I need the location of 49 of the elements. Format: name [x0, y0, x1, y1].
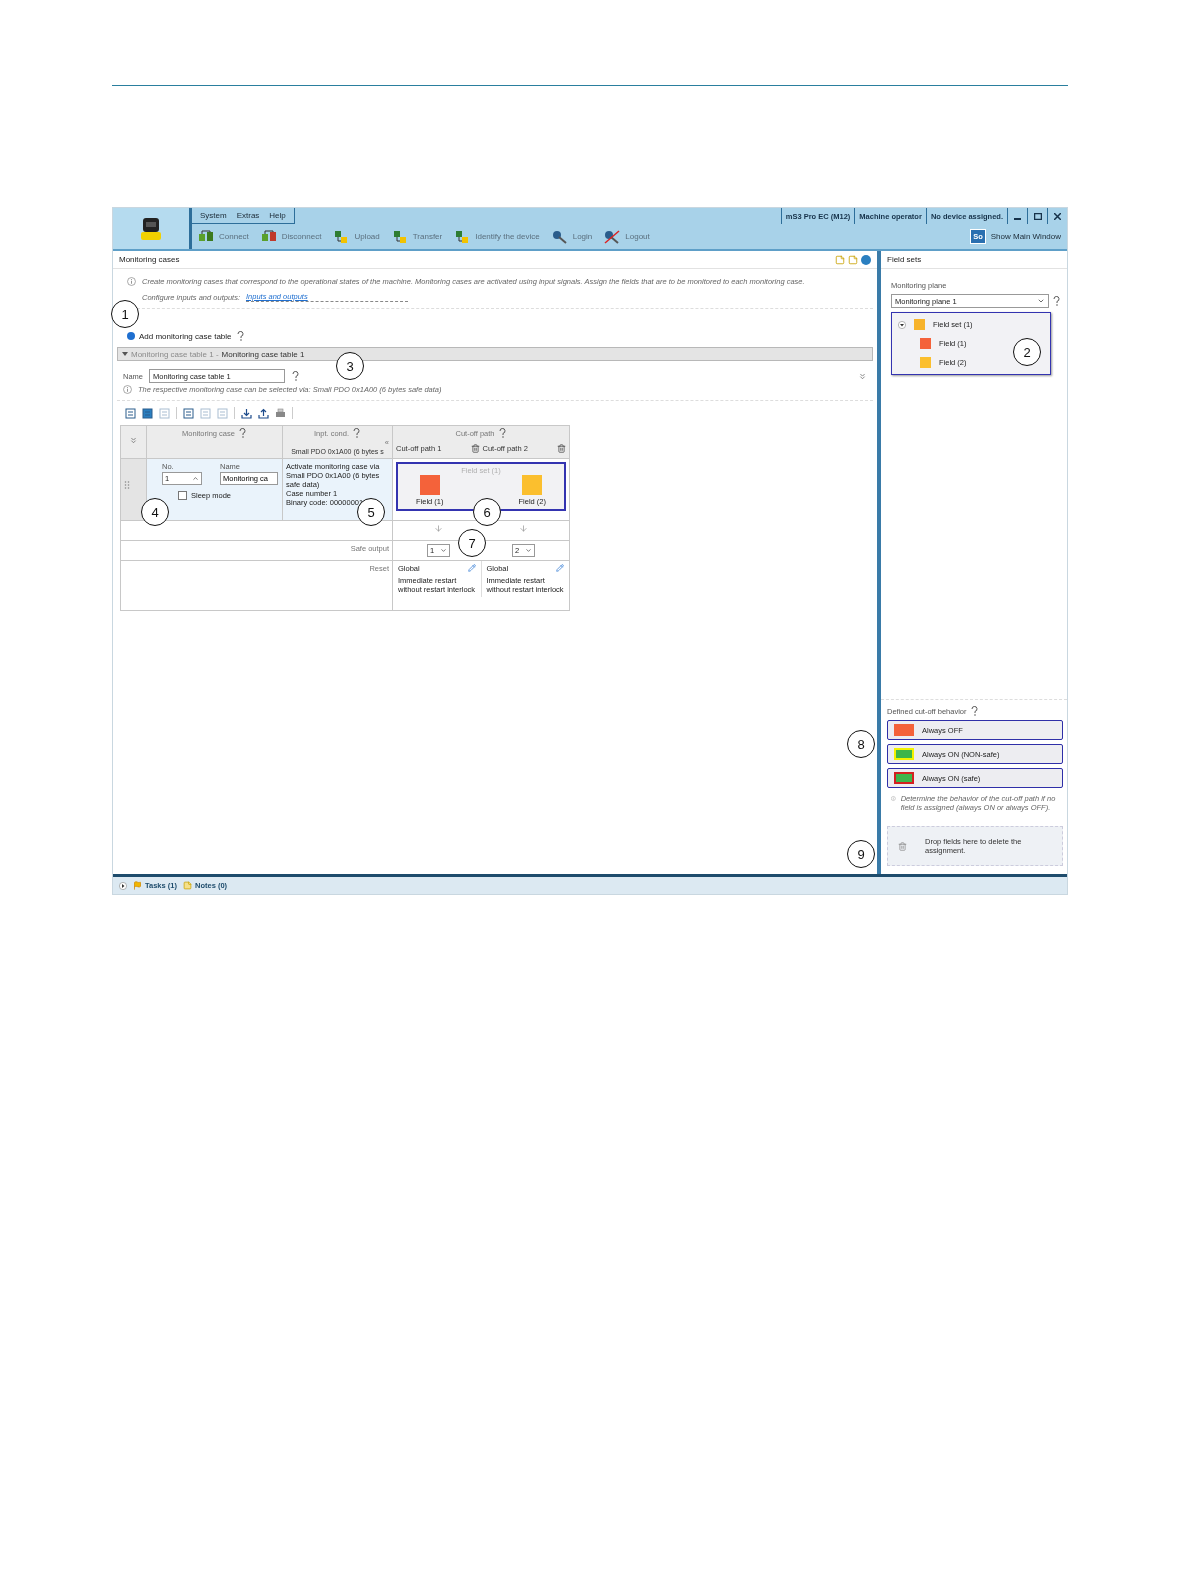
arrow-down-icon	[434, 524, 443, 533]
collapse-icon[interactable]	[129, 436, 138, 445]
menu-item[interactable]: System	[200, 211, 227, 220]
panel-title: Field sets	[881, 251, 1067, 269]
chevron-down-icon	[440, 547, 448, 554]
drag-handle[interactable]	[124, 480, 130, 490]
callout-marker: 1	[111, 300, 139, 328]
callout-marker: 9	[847, 840, 875, 868]
collapse-icon[interactable]	[858, 371, 867, 381]
behavior-swatch	[894, 748, 914, 760]
close-icon	[1054, 212, 1061, 220]
list-icon[interactable]	[125, 407, 136, 419]
menu-item[interactable]: Help	[269, 211, 286, 220]
import-icon[interactable]	[241, 407, 252, 419]
info-icon	[123, 385, 132, 394]
add-table-button[interactable]: Add monitoring case table	[127, 331, 232, 341]
chevron-down-icon	[1037, 297, 1045, 305]
maximize-icon	[1033, 212, 1042, 220]
caret-icon	[122, 351, 128, 357]
toolbar-button[interactable]: Disconnect	[260, 229, 322, 244]
note-icon	[182, 881, 192, 890]
section-header[interactable]: Monitoring case table 1 - Monitoring case table 1	[117, 347, 873, 361]
spinner-icon	[192, 475, 199, 482]
toolbar-button[interactable]: Login	[551, 229, 593, 244]
info-icon	[127, 277, 136, 286]
device-icon	[391, 229, 408, 244]
callout-marker: 8	[847, 730, 875, 758]
export-icon[interactable]	[258, 407, 269, 419]
toolbar-button[interactable]: Connect	[198, 229, 249, 244]
toolbar-button[interactable]: Upload	[333, 229, 380, 244]
arrow-down-icon	[519, 524, 528, 533]
chevron-down-icon	[525, 547, 533, 554]
toolbar-button[interactable]: Identify the device	[454, 229, 540, 244]
edit-icon[interactable]	[556, 564, 564, 572]
device-icon	[454, 229, 471, 244]
edit-icon[interactable]	[467, 564, 476, 572]
copy-icon[interactable]	[142, 407, 153, 419]
flag-icon	[133, 881, 142, 890]
device-icon	[333, 229, 350, 244]
checkbox[interactable]	[178, 491, 187, 500]
behavior-swatch	[894, 724, 914, 736]
panel-title: Monitoring cases	[119, 255, 181, 264]
menu-item[interactable]: Extras	[236, 211, 260, 220]
behavior-swatch	[894, 772, 914, 784]
printer-icon[interactable]	[275, 407, 286, 419]
info-icon	[891, 794, 896, 803]
expand-icon[interactable]	[898, 320, 906, 329]
expand-icon[interactable]	[119, 881, 127, 890]
scanner-icon	[139, 215, 163, 242]
